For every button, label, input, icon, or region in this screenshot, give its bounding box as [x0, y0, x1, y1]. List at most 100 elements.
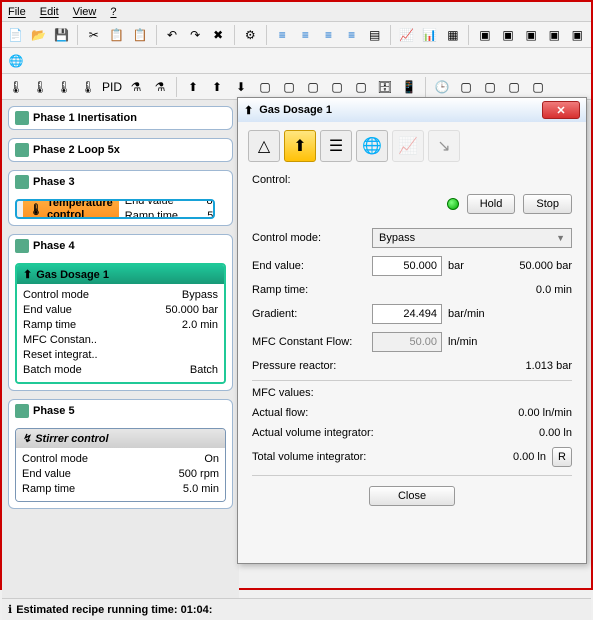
- phase-icon: [15, 143, 29, 157]
- plot-icon[interactable]: 📊: [420, 25, 439, 45]
- phase-4[interactable]: Phase 4 ⬆Gas Dosage 1 Control modeBypass…: [8, 234, 233, 391]
- runmode-icon[interactable]: ⬆: [284, 130, 316, 162]
- world-icon[interactable]: 🌐: [6, 51, 26, 71]
- dev-11-icon[interactable]: ▢: [279, 77, 299, 97]
- dev-13-icon[interactable]: ▢: [327, 77, 347, 97]
- close-icon[interactable]: ✖: [209, 25, 228, 45]
- warn-icon[interactable]: △: [248, 130, 280, 162]
- tool-a-icon[interactable]: ▣: [475, 25, 494, 45]
- dev-18-icon[interactable]: ▢: [480, 77, 500, 97]
- dev-20-icon[interactable]: ▢: [528, 77, 548, 97]
- align3-icon[interactable]: ≡: [319, 25, 338, 45]
- dev-12-icon[interactable]: ▢: [303, 77, 323, 97]
- open-icon[interactable]: 📂: [29, 25, 48, 45]
- dev-8-icon[interactable]: ⬆: [207, 77, 227, 97]
- block-title: Temperature control: [47, 199, 113, 219]
- pressure-reactor-label: Pressure reactor:: [252, 360, 372, 372]
- phase-icon: [15, 111, 29, 125]
- align4-icon[interactable]: ≡: [342, 25, 361, 45]
- phase-3[interactable]: Phase 3 🌡Temperature control Control mod…: [8, 170, 233, 226]
- chart2-icon[interactable]: 📈: [392, 130, 424, 162]
- phase-5[interactable]: Phase 5 ↯Stirrer control Control modeOn …: [8, 399, 233, 509]
- end-value-input[interactable]: 50.000: [372, 256, 442, 276]
- save-icon[interactable]: 💾: [52, 25, 71, 45]
- phase-1[interactable]: Phase 1 Inertisation: [8, 106, 233, 130]
- dev-7-icon[interactable]: ⬆: [183, 77, 203, 97]
- stop-button[interactable]: Stop: [523, 194, 572, 214]
- tool-b-icon[interactable]: ▣: [499, 25, 518, 45]
- unit: bar: [448, 260, 494, 272]
- undo-icon[interactable]: ↶: [162, 25, 181, 45]
- tool-e-icon[interactable]: ▣: [568, 25, 587, 45]
- unit: ln/min: [448, 336, 494, 348]
- gradient-input[interactable]: 24.494: [372, 304, 442, 324]
- dev-6-icon[interactable]: ⚗: [150, 77, 170, 97]
- gas-dosage-dialog: ⬆ Gas Dosage 1 ✕ △ ⬆ ☰ 🌐 📈 ↘ Control: Ho…: [237, 97, 587, 564]
- phase-2[interactable]: Phase 2 Loop 5x: [8, 138, 233, 162]
- dev-9-icon[interactable]: ⬇: [231, 77, 251, 97]
- label: Ramp time: [23, 318, 103, 333]
- menu-help[interactable]: ?: [110, 6, 116, 18]
- dev-19-icon[interactable]: ▢: [504, 77, 524, 97]
- dialog-titlebar[interactable]: ⬆ Gas Dosage 1 ✕: [238, 98, 586, 122]
- tool-c-icon[interactable]: ▣: [522, 25, 541, 45]
- close-button[interactable]: Close: [369, 486, 455, 506]
- label: End value: [125, 199, 205, 209]
- dev-pid-icon[interactable]: PID: [102, 77, 122, 97]
- value: 5.0 min: [207, 209, 215, 219]
- paste-icon[interactable]: 📋: [130, 25, 149, 45]
- dev-1-icon[interactable]: 🌡: [6, 77, 26, 97]
- menu-edit[interactable]: Edit: [40, 6, 59, 18]
- align-icon[interactable]: ≡: [273, 25, 292, 45]
- chart-icon[interactable]: 📈: [397, 25, 416, 45]
- settings-icon[interactable]: ⚙: [241, 25, 260, 45]
- block-title: Gas Dosage 1: [36, 269, 109, 281]
- phase-icon: [15, 404, 29, 418]
- label: End value: [23, 303, 103, 318]
- temperature-control-block[interactable]: 🌡Temperature control Control modeReactor…: [15, 199, 215, 219]
- hold-button[interactable]: Hold: [467, 194, 516, 214]
- pressure-reactor-readout: 1.013 bar: [526, 360, 572, 372]
- dev-17-icon[interactable]: ▢: [456, 77, 476, 97]
- dev-10-icon[interactable]: ▢: [255, 77, 275, 97]
- dev-2-icon[interactable]: 🌡: [30, 77, 50, 97]
- control-mode-select[interactable]: Bypass▼: [372, 228, 572, 248]
- align2-icon[interactable]: ≡: [296, 25, 315, 45]
- stirrer-control-block[interactable]: ↯Stirrer control Control modeOn End valu…: [15, 428, 226, 502]
- menubar: File Edit View ?: [2, 2, 591, 22]
- dev-14-icon[interactable]: ▢: [351, 77, 371, 97]
- dev-15-icon[interactable]: 🗄: [375, 77, 395, 97]
- gas-dosage-block[interactable]: ⬆Gas Dosage 1 Control modeBypass End val…: [15, 263, 226, 384]
- cut-icon[interactable]: ✂: [84, 25, 103, 45]
- new-icon[interactable]: 📄: [6, 25, 25, 45]
- phase-title: Phase 2 Loop 5x: [33, 144, 120, 156]
- list-icon[interactable]: ▤: [365, 25, 384, 45]
- reset-integrator-button[interactable]: R: [552, 447, 572, 467]
- clock-icon[interactable]: 🕒: [432, 77, 452, 97]
- label: Batch mode: [23, 363, 103, 378]
- dialog-title: Gas Dosage 1: [259, 104, 332, 116]
- dev-4-icon[interactable]: 🌡: [78, 77, 98, 97]
- dev-5-icon[interactable]: ⚗: [126, 77, 146, 97]
- menu-view[interactable]: View: [73, 6, 97, 18]
- globe-icon[interactable]: 🌐: [356, 130, 388, 162]
- phase-title: Phase 1 Inertisation: [33, 112, 137, 124]
- redo-icon[interactable]: ↷: [186, 25, 205, 45]
- end-value-readout: 50.000 bar: [519, 260, 572, 272]
- status-text: Estimated recipe running time: 01:04:: [16, 604, 212, 616]
- list-icon[interactable]: ☰: [320, 130, 352, 162]
- label: Ramp time: [125, 209, 205, 219]
- tool-d-icon[interactable]: ▣: [545, 25, 564, 45]
- mfc-constant-flow-label: MFC Constant Flow:: [252, 336, 372, 348]
- menu-file[interactable]: File: [8, 6, 26, 18]
- control-mode-label: Control mode:: [252, 232, 372, 244]
- copy-icon[interactable]: 📋: [107, 25, 126, 45]
- stirrer-icon: ↯: [22, 432, 31, 445]
- dialog-close-button[interactable]: ✕: [542, 101, 580, 119]
- label: End value: [22, 467, 102, 482]
- trend-icon[interactable]: ↘: [428, 130, 460, 162]
- dev-16-icon[interactable]: 📱: [399, 77, 419, 97]
- dev-3-icon[interactable]: 🌡: [54, 77, 74, 97]
- grid-icon[interactable]: ▦: [443, 25, 462, 45]
- chevron-down-icon: ▼: [556, 233, 565, 243]
